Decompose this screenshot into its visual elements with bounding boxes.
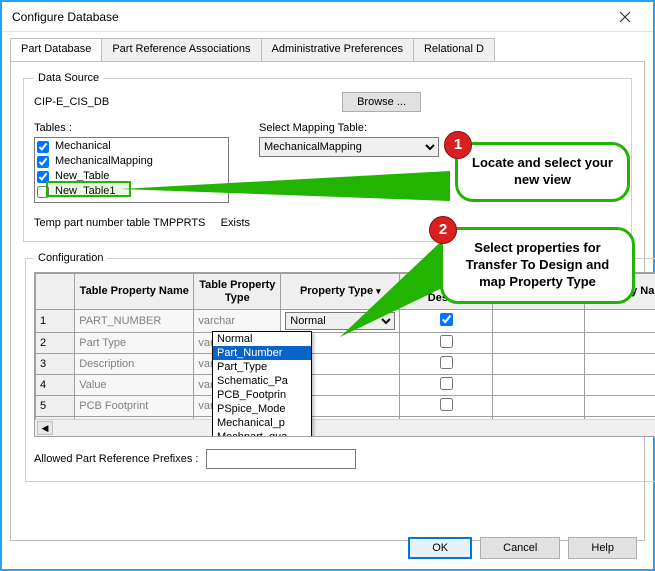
transfer-checkbox[interactable] (440, 377, 453, 390)
tables-label: Tables : (34, 122, 229, 134)
cell-table-property-name: Value (75, 375, 194, 396)
callout-2: 2 Select properties for Transfer To Desi… (440, 227, 635, 304)
table-row[interactable]: Mechanical (37, 139, 226, 154)
tab-strip: Part Database Part Reference Association… (10, 38, 645, 61)
cell-transfer-to-design[interactable] (400, 354, 493, 375)
cell-orcad-property-name[interactable] (492, 333, 585, 354)
table-label: Mechanical (55, 139, 111, 154)
transfer-checkbox[interactable] (440, 398, 453, 411)
dropdown-option[interactable]: Part_Type (213, 360, 311, 374)
row-number: 2 (36, 333, 75, 354)
callout-badge-1: 1 (444, 131, 472, 159)
cell-table-property-type: varchar (194, 310, 281, 333)
mapping-table-select[interactable]: MechanicalMapping (259, 137, 439, 157)
cell-property-name[interactable] (585, 310, 655, 333)
grid-header: Table Property Name (75, 274, 194, 310)
cell-table-property-name: PART_NUMBER (75, 310, 194, 333)
temp-table-status: Exists (221, 217, 250, 229)
browse-button[interactable]: Browse ... (342, 92, 421, 112)
transfer-checkbox[interactable] (440, 356, 453, 369)
database-name: CIP-E_CIS_DB (34, 96, 109, 108)
scroll-left-arrow[interactable]: ◀ (37, 421, 53, 435)
table-checkbox[interactable] (37, 186, 49, 198)
temp-table-label: Temp part number table TMPPRTS (34, 217, 205, 229)
cell-orcad-property-name[interactable] (492, 375, 585, 396)
row-number: 4 (36, 375, 75, 396)
dropdown-option[interactable]: Mechpart_qua (213, 430, 311, 437)
dropdown-option[interactable]: Part_Number (213, 346, 311, 360)
cell-transfer-to-design[interactable] (400, 396, 493, 417)
cell-property-name[interactable] (585, 354, 655, 375)
mapping-table-label: Select Mapping Table: (259, 122, 621, 134)
table-checkbox[interactable] (37, 141, 49, 153)
prefixes-label: Allowed Part Reference Prefixes : (34, 453, 198, 465)
cell-table-property-name: Part Type (75, 333, 194, 354)
cell-orcad-property-name[interactable] (492, 396, 585, 417)
callout-1-pointer (120, 167, 460, 207)
data-source-legend: Data Source (34, 72, 103, 84)
close-button[interactable] (605, 5, 645, 29)
dropdown-option[interactable]: PCB_Footprin (213, 388, 311, 402)
ok-button[interactable]: OK (408, 537, 472, 559)
dropdown-option[interactable]: Normal (213, 332, 311, 346)
tab-part-database[interactable]: Part Database (10, 38, 102, 61)
help-button[interactable]: Help (568, 537, 637, 559)
window-title: Configure Database (12, 10, 119, 24)
cell-property-name[interactable] (585, 375, 655, 396)
tab-relational[interactable]: Relational D (413, 38, 495, 61)
grid-header (36, 274, 75, 310)
grid-header: Table Property Type (194, 274, 281, 310)
close-icon (619, 11, 631, 23)
dropdown-option[interactable]: Schematic_Pa (213, 374, 311, 388)
titlebar: Configure Database (2, 2, 653, 32)
cancel-button[interactable]: Cancel (480, 537, 560, 559)
cell-property-name[interactable] (585, 333, 655, 354)
dropdown-option[interactable]: PSpice_Mode (213, 402, 311, 416)
grid-row[interactable]: 5PCB Footprintvarchar (36, 396, 655, 417)
callout-badge-2: 2 (429, 216, 457, 244)
tab-admin-prefs[interactable]: Administrative Preferences (261, 38, 414, 61)
table-checkbox[interactable] (37, 171, 49, 183)
configuration-legend: Configuration (34, 252, 107, 264)
grid-horizontal-scrollbar[interactable]: ◀ ▶ (35, 419, 655, 436)
tab-part-ref-assoc[interactable]: Part Reference Associations (101, 38, 261, 61)
row-number: 1 (36, 310, 75, 333)
cell-table-property-name: PCB Footprint (75, 396, 194, 417)
cell-orcad-property-name[interactable] (492, 310, 585, 333)
cell-orcad-property-name[interactable] (492, 354, 585, 375)
row-number: 3 (36, 354, 75, 375)
dialog-buttons: OK Cancel Help (408, 537, 637, 559)
grid-row[interactable]: 4Valuevarchar (36, 375, 655, 396)
cell-property-name[interactable] (585, 396, 655, 417)
configure-database-dialog: Configure Database Part Database Part Re… (0, 0, 655, 571)
dropdown-option[interactable]: Mechanical_p (213, 416, 311, 430)
prefixes-input[interactable] (206, 449, 356, 469)
table-label: New_Table1 (55, 184, 116, 199)
property-type-dropdown[interactable]: Normal Part_Number Part_Type Schematic_P… (212, 331, 312, 437)
row-number: 5 (36, 396, 75, 417)
table-checkbox[interactable] (37, 156, 49, 168)
cell-transfer-to-design[interactable] (400, 375, 493, 396)
table-label: New_Table (55, 169, 109, 184)
grid-row[interactable]: 3Descriptionvarchar (36, 354, 655, 375)
cell-table-property-name: Description (75, 354, 194, 375)
callout-1: 1 Locate and select your new view (455, 142, 630, 202)
